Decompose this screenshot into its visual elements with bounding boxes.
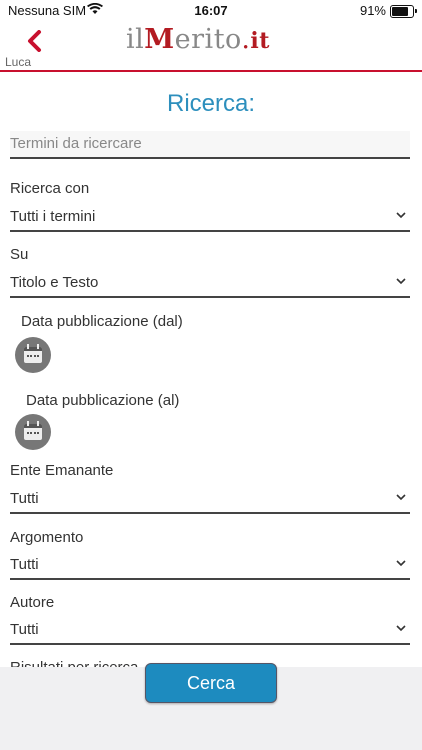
logo-il: il <box>126 24 145 55</box>
ente-label: Ente Emanante <box>10 462 114 479</box>
page-title: Ricerca: <box>166 90 256 117</box>
calendar-ring <box>27 421 29 426</box>
su-select[interactable]: Titolo e Testo <box>10 270 410 298</box>
su-value: Titolo e Testo <box>10 274 99 291</box>
autore-label: Autore <box>10 594 55 611</box>
status-bar: Nessuna SIM 16:07 91% <box>0 0 422 22</box>
data-al-label: Data pubblicazione (al) <box>26 392 180 409</box>
logo-it: it <box>250 28 270 54</box>
ricerca-con-value: Tutti i termini <box>10 208 96 225</box>
search-input[interactable]: Termini da ricercare <box>10 131 410 159</box>
chevron-down-icon <box>396 560 406 567</box>
chevron-down-icon <box>396 625 406 632</box>
data-dal-label: Data pubblicazione (dal) <box>21 313 183 330</box>
argomento-label: Argomento <box>10 529 84 546</box>
app-logo: ilMerito.it <box>126 24 270 55</box>
ricerca-con-label: Ricerca con <box>10 180 90 197</box>
battery-icon <box>390 5 414 18</box>
risultati-label: Risultati per ricerca <box>10 659 138 667</box>
calendar-ring <box>27 344 29 349</box>
chevron-down-icon <box>396 278 406 285</box>
chevron-down-icon <box>396 494 406 501</box>
cerca-button[interactable]: Cerca <box>145 663 277 703</box>
battery-level <box>392 7 408 16</box>
battery-percent: 91% <box>359 3 386 18</box>
nav-bar: Luca ilMerito.it <box>0 22 422 72</box>
search-placeholder: Termini da ricercare <box>10 135 142 152</box>
autore-select[interactable]: Tutti <box>10 617 410 645</box>
footer-bar: Cerca <box>0 663 422 750</box>
chevron-left-icon <box>28 30 41 52</box>
logo-erito: erito <box>174 24 242 55</box>
calendar-icon[interactable] <box>15 414 51 450</box>
argomento-select[interactable]: Tutti <box>10 552 410 580</box>
chevron-down-icon <box>396 212 406 219</box>
logo-m: M <box>144 24 175 55</box>
su-label: Su <box>10 246 29 263</box>
search-form: Ricerca: Termini da ricercare Ricerca co… <box>0 72 422 667</box>
autore-value: Tutti <box>10 621 39 638</box>
calendar-ring <box>37 344 39 349</box>
battery-tip <box>415 9 417 13</box>
clock: 16:07 <box>194 3 228 18</box>
argomento-value: Tutti <box>10 556 39 573</box>
ente-value: Tutti <box>10 490 39 507</box>
calendar-icon[interactable] <box>15 337 51 373</box>
back-label[interactable]: Luca <box>5 55 31 69</box>
calendar-ring <box>37 421 39 426</box>
calendar-dots <box>27 432 39 437</box>
ricerca-con-select[interactable]: Tutti i termini <box>10 204 410 232</box>
ente-select[interactable]: Tutti <box>10 486 410 514</box>
calendar-dots <box>27 355 39 360</box>
